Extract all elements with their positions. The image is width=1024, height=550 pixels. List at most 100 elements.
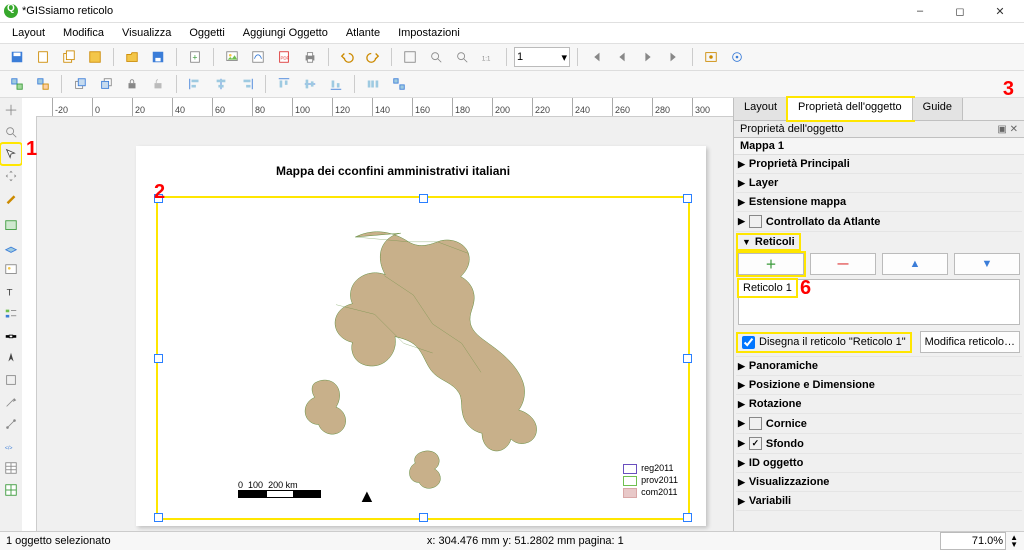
tab-item-properties[interactable]: Proprietà dell'oggetto [788,98,913,120]
map-scalebar: 0 100 200 km [238,480,321,498]
layout-manager-icon[interactable] [84,46,106,68]
pan-tool-icon[interactable] [1,100,21,120]
section-extent[interactable]: ▶Estensione mappa [738,196,1020,208]
map-item[interactable]: reg2011 prov2011 com2011 0 100 200 km [156,196,690,520]
group-icon[interactable] [6,73,28,95]
menu-atlante[interactable]: Atlante [338,25,388,41]
tab-layout[interactable]: Layout [734,98,788,120]
zoom-out-icon[interactable] [451,46,473,68]
add-label-icon[interactable]: T [1,282,21,302]
add-image-icon[interactable] [1,260,21,280]
grid-down-button[interactable]: ▼ [954,253,1020,275]
section-display[interactable]: ▶Visualizzazione [738,476,1020,488]
add-grid-button[interactable]: ＋ [738,253,804,275]
section-background[interactable]: ▶✓Sfondo [738,437,1020,450]
maximize-button[interactable]: ◻ [940,0,980,22]
align-right-icon[interactable] [236,73,258,95]
new-layout-icon[interactable] [32,46,54,68]
align-hcenter-icon[interactable] [210,73,232,95]
remove-grid-button[interactable]: — [810,253,876,275]
align-bottom-icon[interactable] [325,73,347,95]
unlock-icon[interactable] [147,73,169,95]
zoom-100-icon[interactable]: 1:1 [477,46,499,68]
resize-equal-icon[interactable] [388,73,410,95]
add-scalebar-icon[interactable] [1,326,21,346]
close-button[interactable]: ✕ [980,0,1020,22]
raise-icon[interactable] [69,73,91,95]
section-main-props[interactable]: ▶Proprietà Principali [738,158,1020,170]
add-table-icon[interactable] [1,458,21,478]
menu-impostazioni[interactable]: Impostazioni [390,25,468,41]
grid-list[interactable]: Reticolo 1 [738,279,1020,325]
draw-grid-checkbox[interactable]: Disegna il reticolo "Reticolo 1" [738,334,910,351]
section-atlas[interactable]: ▶Controllato da Atlante [738,215,1020,228]
add-3dmap-icon[interactable] [1,238,21,258]
layout-page[interactable]: Mappa dei cconfini amministrativi italia… [136,146,706,526]
add-map-icon[interactable] [1,216,21,236]
align-left-icon[interactable] [184,73,206,95]
section-id[interactable]: ▶ID oggetto [738,457,1020,469]
select-tool-icon[interactable] [1,144,21,164]
lock-icon[interactable] [121,73,143,95]
add-page-icon[interactable]: + [184,46,206,68]
nav-next-icon[interactable] [637,46,659,68]
align-top-icon[interactable] [273,73,295,95]
export-svg-icon[interactable] [247,46,269,68]
section-posdim[interactable]: ▶Posizione e Dimensione [738,379,1020,391]
atlas-preview-icon[interactable] [700,46,722,68]
move-content-icon[interactable] [1,166,21,186]
section-vars[interactable]: ▶Variabili [738,495,1020,507]
zoom-input[interactable] [940,532,1006,550]
menu-modifica[interactable]: Modifica [55,25,112,41]
dup-layout-icon[interactable] [58,46,80,68]
export-pdf-icon[interactable]: PDF [273,46,295,68]
svg-text:T: T [7,288,13,299]
menu-layout[interactable]: Layout [4,25,53,41]
section-rotation[interactable]: ▶Rotazione [738,398,1020,410]
tab-guides[interactable]: Guide [913,98,963,120]
add-fixedtable-icon[interactable] [1,480,21,500]
add-html-icon[interactable]: </> [1,436,21,456]
edit-grid-button[interactable]: Modifica reticolo… [920,331,1020,353]
ruler-horizontal: -200204060801001201401601802002202402602… [22,98,733,117]
align-vcenter-icon[interactable] [299,73,321,95]
add-arrow-icon[interactable] [1,392,21,412]
zoom-tool-icon[interactable] [1,122,21,142]
menu-oggetti[interactable]: Oggetti [181,25,232,41]
section-grids[interactable]: ▼Reticoli [738,235,799,249]
nav-first-icon[interactable] [585,46,607,68]
qgis-icon [4,4,18,18]
nav-last-icon[interactable] [663,46,685,68]
section-layer[interactable]: ▶Layer [738,177,1020,189]
save-layout-icon[interactable] [6,46,28,68]
export-image-icon[interactable] [221,46,243,68]
add-shape-icon[interactable] [1,370,21,390]
section-frame[interactable]: ▶Cornice [738,417,1020,430]
grid-list-item[interactable]: Reticolo 1 [739,280,796,296]
add-legend-icon[interactable] [1,304,21,324]
lower-icon[interactable] [95,73,117,95]
zoom-in-icon[interactable] [425,46,447,68]
distribute-h-icon[interactable] [362,73,384,95]
add-nodeitem-icon[interactable] [1,414,21,434]
page-combo[interactable]: 1▾ [514,47,570,67]
grid-up-button[interactable]: ▲ [882,253,948,275]
zoom-full-icon[interactable] [399,46,421,68]
edit-nodes-icon[interactable] [1,188,21,208]
menu-visualizza[interactable]: Visualizza [114,25,179,41]
right-panel: 3 Layout Proprietà dell'oggetto Guide Pr… [733,98,1024,531]
menu-aggiungi[interactable]: Aggiungi Oggetto [235,25,336,41]
add-northarrow-icon[interactable] [1,348,21,368]
save-template-icon[interactable] [147,46,169,68]
redo-icon[interactable] [362,46,384,68]
print-icon[interactable] [299,46,321,68]
minimize-button[interactable]: – [900,0,940,22]
zoom-stepper-icon[interactable]: ▲▼ [1010,534,1018,548]
atlas-settings-icon[interactable] [726,46,748,68]
section-overviews[interactable]: ▶Panoramiche [738,360,1020,372]
layout-canvas[interactable]: -200204060801001201401601802002202402602… [22,98,733,531]
open-icon[interactable] [121,46,143,68]
ungroup-icon[interactable] [32,73,54,95]
nav-prev-icon[interactable] [611,46,633,68]
undo-icon[interactable] [336,46,358,68]
